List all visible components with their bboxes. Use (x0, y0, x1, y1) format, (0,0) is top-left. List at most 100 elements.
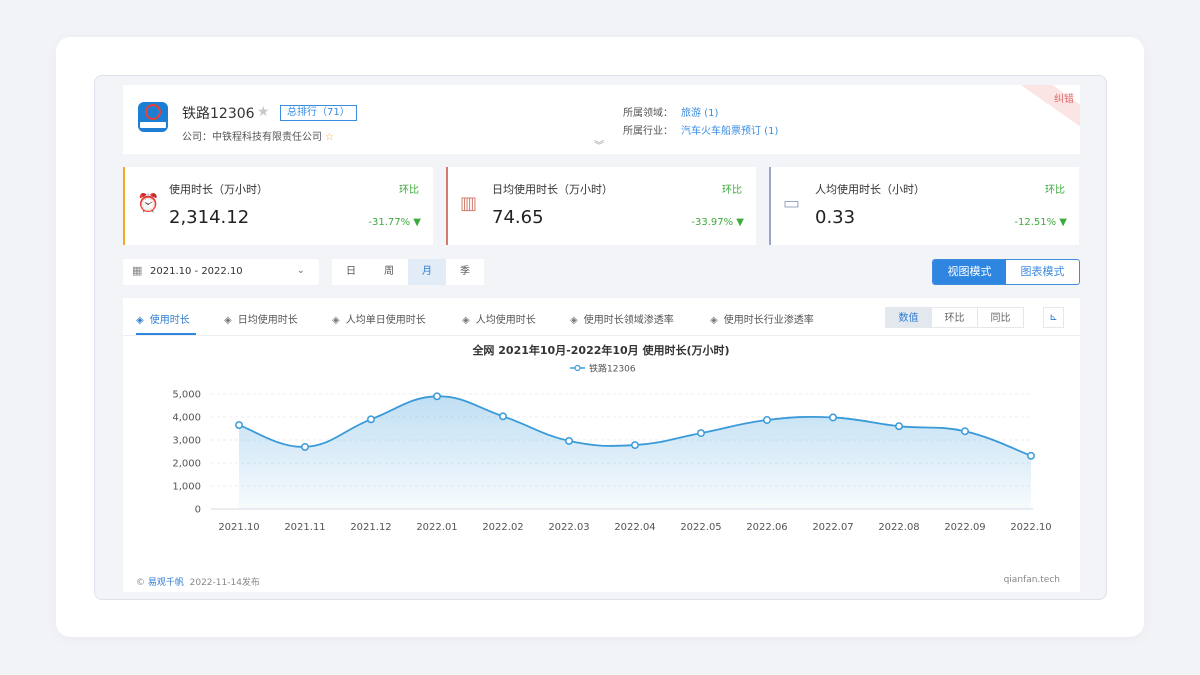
data-point[interactable] (433, 392, 441, 401)
x-tick-label: 2022.01 (416, 522, 457, 533)
kpi-title: 人均使用时长（小时） (815, 183, 925, 196)
monitor-icon: ▭ (783, 193, 801, 214)
mode-toggle: 视图模式 图表模式 (932, 259, 1080, 285)
x-tick-label: 2022.06 (746, 522, 787, 533)
data-point[interactable] (961, 427, 969, 436)
tab-per-user-daily-usage[interactable]: ◈ 人均单日使用时长 (332, 311, 426, 326)
x-tick-label: 2021.11 (284, 522, 325, 533)
kpi-compare-label: 环比 (722, 185, 742, 196)
metric-type-selector: 数值 环比 同比 (885, 307, 1024, 328)
period-quarter-button[interactable]: 季 (446, 259, 484, 285)
active-tab-underline (136, 333, 196, 335)
diamond-icon: ◈ (570, 315, 578, 326)
favorite-star-icon[interactable]: ★ (257, 104, 270, 120)
metric-value-button[interactable]: 数值 (885, 307, 932, 328)
date-range-text: 2021.10 - 2022.10 (150, 266, 243, 277)
company-name: 公司：中铁程科技有限责任公司 (182, 132, 322, 143)
industry-label: 所属行业： (623, 126, 673, 137)
domain-link[interactable]: 旅游 (1) (681, 104, 718, 119)
kpi-title: 日均使用时长（万小时） (492, 183, 613, 196)
kpi-change: -12.51% ▼ (1014, 217, 1067, 228)
usage-time-line-chart: 全网 2021年10月-2022年10月 使用时长(万小时) 铁路12306 0… (172, 343, 1051, 533)
diamond-icon: ◈ (224, 315, 232, 326)
kpi-change: -31.77% ▼ (368, 217, 421, 228)
data-point[interactable] (1027, 451, 1035, 460)
y-tick-label: 1,000 (172, 482, 201, 493)
footer-copyright: © 易观千帆 2022-11-14发布 (136, 578, 260, 588)
metric-mom-button[interactable]: 环比 (931, 307, 978, 328)
chart-title: 全网 2021年10月-2022年10月 使用时长(万小时) (471, 343, 729, 357)
line-chart-icon[interactable]: ⊾ (1043, 307, 1064, 328)
x-tick-label: 2022.09 (944, 522, 985, 533)
x-tick-label: 2022.07 (812, 522, 853, 533)
period-day-button[interactable]: 日 (332, 259, 370, 285)
data-point[interactable] (763, 416, 771, 424)
metric-yoy-button[interactable]: 同比 (977, 307, 1024, 328)
x-tick-label: 2021.12 (350, 522, 391, 533)
data-point[interactable] (301, 442, 309, 451)
view-mode-button[interactable]: 视图模式 (933, 260, 1006, 284)
x-tick-label: 2022.08 (878, 522, 919, 533)
report-error-tag[interactable]: 纠错 (1054, 90, 1074, 105)
y-tick-label: 3,000 (172, 436, 201, 447)
diamond-icon: ◈ (136, 315, 144, 326)
x-tick-label: 2022.05 (680, 522, 721, 533)
data-point[interactable] (565, 436, 573, 445)
chart-mode-button[interactable]: 图表模式 (1006, 260, 1079, 284)
kpi-value: 0.33 (815, 207, 856, 228)
tab-domain-penetration[interactable]: ◈ 使用时长领域渗透率 (570, 311, 674, 326)
data-point[interactable] (829, 413, 837, 422)
app-logo (138, 102, 168, 132)
app-name: 铁路12306 (182, 106, 255, 122)
diamond-icon: ◈ (332, 315, 340, 326)
data-point[interactable] (499, 412, 507, 421)
data-point[interactable] (367, 415, 375, 424)
date-range-picker[interactable]: ▦ 2021.10 - 2022.10 ⌄ (123, 259, 319, 285)
period-month-button[interactable]: 月 (408, 259, 446, 285)
data-point[interactable] (631, 441, 639, 450)
x-tick-label: 2022.03 (548, 522, 589, 533)
tab-industry-penetration[interactable]: ◈ 使用时长行业渗透率 (710, 311, 814, 326)
kpi-card-daily-usage: ▥ 日均使用时长（万小时） 74.65 环比 -33.97% ▼ (446, 167, 756, 245)
expand-chevron-icon[interactable]: ︾ (594, 137, 604, 152)
industry-link[interactable]: 汽车火车船票预订 (1) (681, 122, 778, 137)
rank-badge[interactable]: 总排行（71） (280, 105, 357, 121)
data-point[interactable] (235, 421, 243, 430)
company-line: 公司：中铁程科技有限责任公司 ☆ (182, 128, 334, 143)
clock-icon: ⏰ (137, 193, 160, 214)
company-star-icon[interactable]: ☆ (325, 132, 334, 143)
kpi-title: 使用时长（万小时） (169, 183, 268, 196)
kpi-card-usage-time: ⏰ 使用时长（万小时） 2,314.12 环比 -31.77% ▼ (123, 167, 433, 245)
metric-tabs: ◈ 使用时长 ◈ 日均使用时长 ◈ 人均单日使用时长 ◈ 人均使用时长 ◈ 使用时长领域渗… (123, 298, 1080, 336)
kpi-change: -33.97% ▼ (691, 217, 744, 228)
kpi-compare-label: 环比 (399, 185, 419, 196)
x-tick-label: 2022.02 (482, 522, 523, 533)
x-tick-label: 2022.04 (614, 522, 655, 533)
data-point[interactable] (895, 422, 903, 431)
tab-usage-time[interactable]: ◈ 使用时长 (136, 311, 190, 326)
kpi-value: 2,314.12 (169, 207, 250, 228)
tab-per-user-usage[interactable]: ◈ 人均使用时长 (462, 311, 536, 326)
period-selector: 日 周 月 季 (332, 259, 484, 285)
domain-label: 所属领域： (623, 108, 673, 119)
app-header: 铁路12306 ★ 总排行（71） 公司：中铁程科技有限责任公司 ☆ 所属领域： … (123, 85, 1080, 154)
period-week-button[interactable]: 周 (370, 259, 408, 285)
legend-label: 铁路12306 (589, 363, 636, 375)
calendar-icon: ▦ (132, 264, 143, 277)
x-tick-label: 2021.10 (218, 522, 259, 533)
tab-daily-usage[interactable]: ◈ 日均使用时长 (224, 311, 298, 326)
y-tick-label: 4,000 (172, 413, 201, 424)
diamond-icon: ◈ (710, 315, 718, 326)
y-tick-label: 0 (195, 505, 201, 516)
x-tick-label: 2022.10 (1010, 522, 1051, 533)
y-tick-label: 5,000 (172, 390, 201, 401)
diamond-icon: ◈ (462, 315, 470, 326)
kpi-card-per-user-usage: ▭ 人均使用时长（小时） 0.33 环比 -12.51% ▼ (769, 167, 1079, 245)
footer-brand[interactable]: 易观千帆 (148, 578, 184, 588)
series-area (239, 396, 1031, 509)
data-point[interactable] (697, 429, 705, 438)
kpi-compare-label: 环比 (1045, 185, 1065, 196)
chevron-down-icon: ⌄ (296, 265, 305, 276)
chart-legend[interactable]: 铁路12306 (570, 363, 636, 375)
chart-panel: ◈ 使用时长 ◈ 日均使用时长 ◈ 人均单日使用时长 ◈ 人均使用时长 ◈ 使用时长领域渗… (123, 298, 1080, 592)
